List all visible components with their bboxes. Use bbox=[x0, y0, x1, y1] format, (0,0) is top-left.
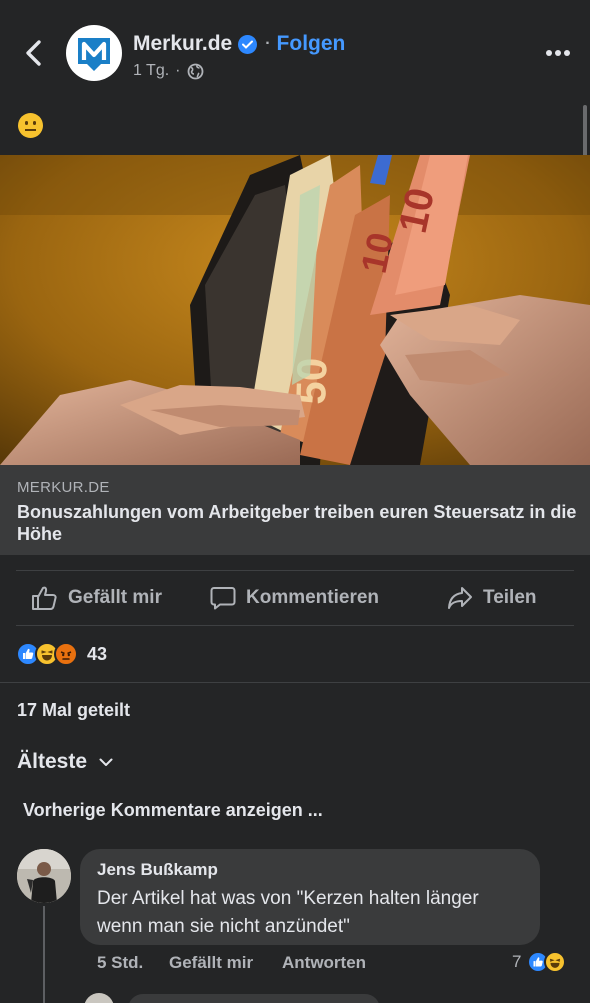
dot-icon bbox=[546, 50, 552, 56]
name-separator: · bbox=[265, 35, 271, 52]
share-count[interactable]: 17 Mal geteilt bbox=[17, 700, 130, 721]
post-time[interactable]: 1 Tg. bbox=[133, 62, 169, 80]
commenter-avatar[interactable] bbox=[17, 849, 71, 903]
haha-reaction-icon bbox=[544, 951, 567, 973]
more-options-button[interactable] bbox=[543, 40, 573, 66]
post-meta: 1 Tg. · bbox=[133, 62, 204, 80]
comment-bubble[interactable]: Jens Bußkamp Der Artikel hat was von "Ke… bbox=[80, 849, 540, 945]
like-button[interactable]: Gefällt mir bbox=[31, 572, 162, 624]
thumbs-up-icon bbox=[32, 586, 57, 610]
divider bbox=[16, 625, 574, 626]
reaction-summary[interactable]: 43 bbox=[16, 640, 107, 668]
svg-text:10: 10 bbox=[353, 229, 401, 277]
meta-separator: · bbox=[175, 62, 181, 79]
page-name[interactable]: Merkur.de bbox=[133, 32, 232, 56]
comment-text: Der Artikel hat was von "Kerzen halten l… bbox=[97, 888, 479, 937]
dot-icon bbox=[564, 50, 570, 56]
divider bbox=[16, 570, 574, 571]
share-arrow-icon bbox=[448, 587, 472, 609]
post-header: Merkur.de · Folgen 1 Tg. · bbox=[0, 0, 590, 105]
comment-bubble-icon bbox=[210, 587, 236, 610]
action-bar: Gefällt mir Kommentieren Teilen bbox=[0, 572, 590, 624]
reply-bubble[interactable] bbox=[128, 994, 380, 1003]
reply-avatar[interactable] bbox=[84, 993, 114, 1003]
comment-reaction-count: 7 bbox=[512, 952, 522, 971]
angry-reaction-icon bbox=[54, 642, 78, 666]
like-label: Gefällt mir bbox=[68, 587, 162, 608]
chevron-left-icon bbox=[26, 40, 41, 66]
page-avatar[interactable] bbox=[66, 25, 122, 81]
merkur-logo-icon bbox=[78, 38, 110, 71]
share-button[interactable]: Teilen bbox=[447, 572, 537, 624]
comment-button[interactable]: Kommentieren bbox=[210, 572, 379, 624]
globe-icon bbox=[187, 63, 203, 79]
share-label: Teilen bbox=[483, 587, 537, 608]
comment-reactions[interactable]: 7 bbox=[512, 951, 567, 973]
link-preview[interactable]: MERKUR.DE Bonuszahlungen vom Arbeitgeber… bbox=[0, 465, 590, 555]
back-button[interactable] bbox=[18, 34, 48, 72]
comment-sort-dropdown[interactable]: Älteste bbox=[17, 750, 113, 774]
link-domain: MERKUR.DE bbox=[17, 479, 110, 496]
follow-button[interactable]: Folgen bbox=[277, 32, 346, 56]
comment-like-button[interactable]: Gefällt mir bbox=[169, 953, 253, 973]
comment-time[interactable]: 5 Std. bbox=[97, 953, 143, 973]
chevron-down-icon bbox=[99, 758, 113, 766]
reply-thread-line bbox=[43, 906, 45, 1003]
divider bbox=[0, 682, 590, 683]
sort-label: Älteste bbox=[17, 750, 88, 773]
comment-label: Kommentieren bbox=[246, 587, 380, 608]
reaction-count: 43 bbox=[87, 643, 108, 664]
wallet-money-photo: 10 10 50 bbox=[0, 155, 590, 465]
view-previous-comments-link[interactable]: Vorherige Kommentare anzeigen ... bbox=[23, 800, 323, 821]
post-image[interactable]: 10 10 50 bbox=[0, 155, 590, 465]
link-title[interactable]: Bonuszahlungen vom Arbeitgeber treiben e… bbox=[17, 501, 577, 545]
verified-badge-icon bbox=[238, 34, 258, 54]
comment-author[interactable]: Jens Bußkamp bbox=[97, 860, 218, 880]
comment-reply-button[interactable]: Antworten bbox=[282, 953, 366, 973]
dot-icon bbox=[555, 50, 561, 56]
neutral-face-emoji-icon bbox=[18, 113, 43, 138]
svg-text:10: 10 bbox=[391, 184, 443, 237]
